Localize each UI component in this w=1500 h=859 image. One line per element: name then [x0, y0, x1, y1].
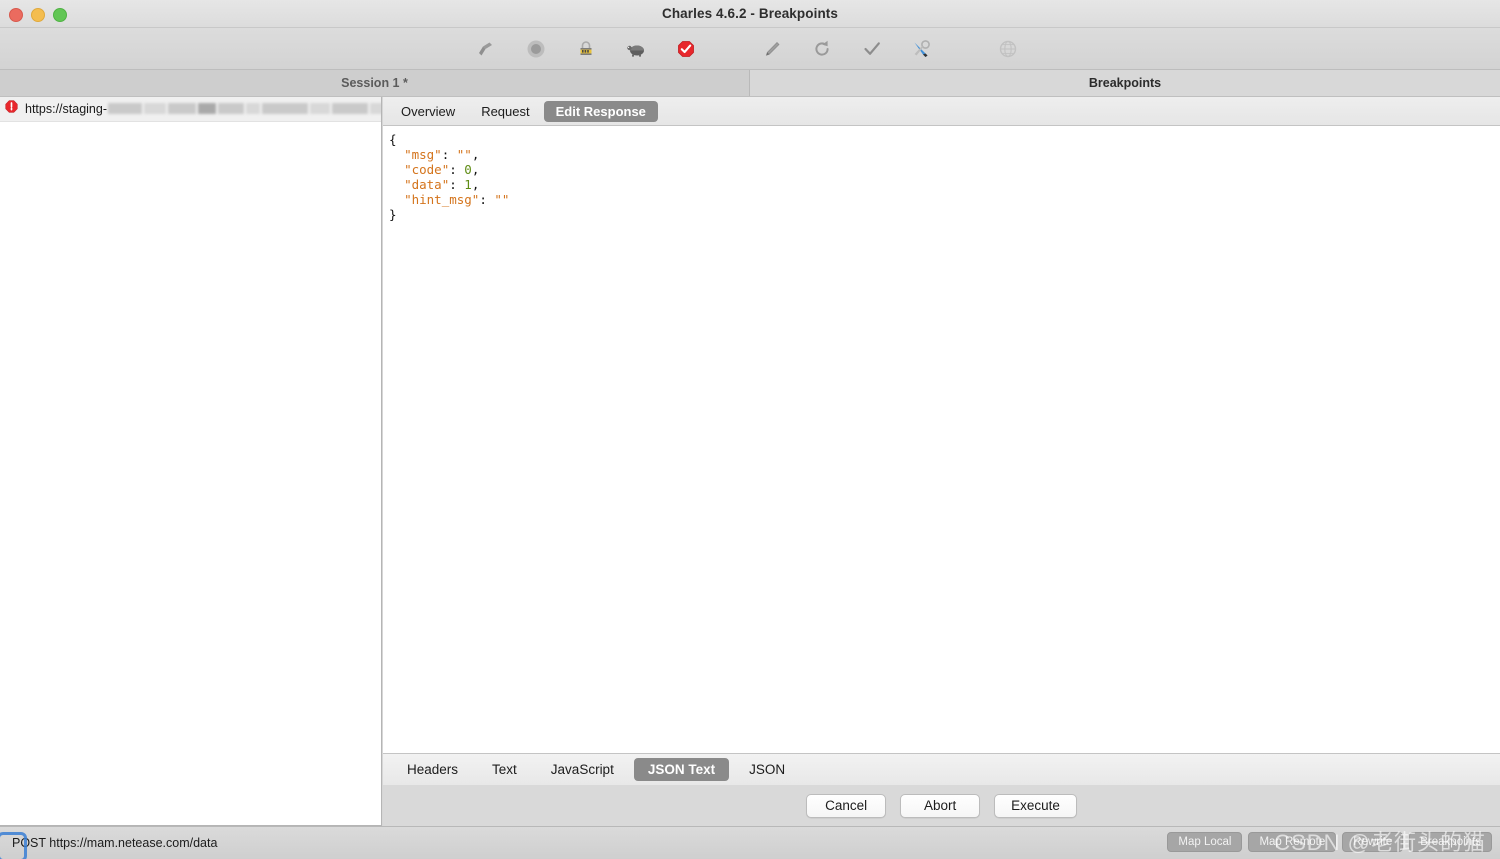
- clear-session-icon[interactable]: [470, 33, 502, 65]
- json-token: "data": [404, 177, 450, 192]
- tab-overview[interactable]: Overview: [389, 101, 467, 122]
- repeat-icon[interactable]: [806, 33, 838, 65]
- json-token: "hint_msg": [404, 192, 480, 207]
- focus-ring: [0, 832, 27, 859]
- json-token: "msg": [404, 147, 442, 162]
- tools-icon[interactable]: [906, 33, 938, 65]
- redacted-block: [246, 103, 260, 114]
- window-title: Charles 4.6.2 - Breakpoints: [661, 6, 839, 21]
- breakpoint-request-list[interactable]: https://staging- -s: [0, 97, 382, 826]
- json-token: "code": [404, 162, 450, 177]
- breakpoints-icon[interactable]: [670, 33, 702, 65]
- breakpoint-octagon-icon: [4, 99, 19, 119]
- tab-edit-response[interactable]: Edit Response: [543, 100, 658, 122]
- json-token: :: [449, 162, 465, 177]
- cancel-button[interactable]: Cancel: [806, 793, 887, 818]
- json-token: 1: [464, 177, 472, 192]
- throttle-icon[interactable]: [620, 33, 652, 65]
- redacted-block: [218, 103, 244, 114]
- tab-request[interactable]: Request: [469, 101, 541, 122]
- redacted-block: [262, 103, 308, 114]
- redacted-block: [198, 103, 216, 114]
- tab-session-1[interactable]: Session 1 *: [0, 70, 750, 96]
- tab-json[interactable]: JSON: [735, 758, 799, 781]
- tab-headers[interactable]: Headers: [393, 758, 472, 781]
- main-toolbar: [0, 28, 1500, 70]
- json-token: ,: [471, 147, 480, 162]
- json-token: ,: [471, 177, 480, 192]
- validate-icon[interactable]: [856, 33, 888, 65]
- json-code[interactable]: { "msg": "", "code": 0, "data": 1, "hint…: [383, 126, 1500, 222]
- redacted-block: [168, 103, 196, 114]
- redacted-block: [370, 103, 381, 114]
- list-item-url: https://staging- -s: [25, 102, 381, 116]
- url-prefix: https://staging-: [25, 102, 107, 116]
- action-button-bar: Cancel Abort Execute: [383, 785, 1500, 826]
- ssl-proxying-icon[interactable]: [570, 33, 602, 65]
- json-token: :: [449, 177, 465, 192]
- title-bar: Charles 4.6.2 - Breakpoints: [0, 0, 1500, 28]
- status-tool-buttons: Map Local Map Remote Rewrite Breakpoints: [1167, 832, 1492, 852]
- record-icon[interactable]: [520, 33, 552, 65]
- json-token: "": [494, 192, 510, 207]
- charles-proxy-window: Charles 4.6.2 - Breakpoints Session 1 * …: [0, 0, 1500, 859]
- window-tab-strip: Session 1 * Breakpoints: [0, 70, 1500, 97]
- json-token: 0: [464, 162, 472, 177]
- dns-spoofing-icon[interactable]: [992, 33, 1024, 65]
- detail-bottom-tabbar: Headers Text JavaScript JSON Text JSON: [383, 753, 1500, 785]
- json-token: "": [456, 147, 472, 162]
- json-token: ,: [471, 162, 480, 177]
- redacted-block: [310, 103, 330, 114]
- json-token: {: [389, 132, 397, 147]
- redacted-block: [332, 103, 368, 114]
- compose-icon[interactable]: [756, 33, 788, 65]
- status-request-line: POST https://mam.netease.com/data: [12, 836, 218, 850]
- redacted-block: [108, 103, 142, 114]
- tab-text[interactable]: Text: [478, 758, 531, 781]
- json-token: :: [441, 147, 457, 162]
- map-local-button[interactable]: Map Local: [1167, 832, 1243, 852]
- breakpoint-detail-panel: Overview Request Edit Response { "msg": …: [383, 97, 1500, 826]
- tab-breakpoints[interactable]: Breakpoints: [750, 70, 1500, 96]
- detail-top-tabbar: Overview Request Edit Response: [383, 97, 1500, 125]
- response-body-editor[interactable]: { "msg": "", "code": 0, "data": 1, "hint…: [383, 125, 1500, 753]
- map-remote-button[interactable]: Map Remote: [1248, 832, 1337, 852]
- rewrite-button[interactable]: Rewrite: [1342, 832, 1404, 852]
- json-token: :: [479, 192, 495, 207]
- status-bar: POST https://mam.netease.com/data Map Lo…: [0, 826, 1500, 859]
- redacted-block: [144, 103, 166, 114]
- tab-json-text[interactable]: JSON Text: [633, 758, 730, 781]
- tab-javascript[interactable]: JavaScript: [537, 758, 628, 781]
- execute-button[interactable]: Execute: [994, 793, 1077, 818]
- breakpoints-button[interactable]: Breakpoints: [1409, 832, 1492, 852]
- list-item[interactable]: https://staging- -s: [0, 97, 381, 122]
- abort-button[interactable]: Abort: [900, 793, 981, 818]
- json-token: }: [389, 207, 397, 222]
